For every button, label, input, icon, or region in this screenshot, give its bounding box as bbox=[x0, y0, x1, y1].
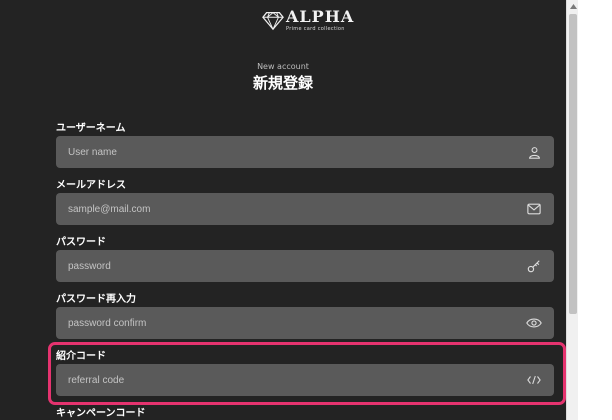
eye-icon[interactable] bbox=[526, 315, 542, 331]
username-label: ユーザーネーム bbox=[56, 123, 126, 134]
vertical-scrollbar[interactable] bbox=[566, 0, 578, 420]
username-input[interactable] bbox=[68, 146, 526, 158]
page-title: 新規登録 bbox=[252, 74, 313, 92]
username-field[interactable] bbox=[56, 136, 554, 168]
password-confirm-field[interactable] bbox=[56, 307, 554, 339]
brand-tagline: Prime card collection bbox=[286, 25, 345, 32]
user-icon bbox=[526, 144, 542, 160]
referral-highlight-box bbox=[48, 342, 566, 405]
email-input[interactable] bbox=[68, 203, 526, 215]
mail-icon bbox=[526, 201, 542, 217]
brand-logo: ALPHA Prime card collection bbox=[262, 8, 354, 32]
window-margin bbox=[578, 0, 612, 420]
password-field[interactable] bbox=[56, 250, 554, 282]
page-eyebrow: New account bbox=[257, 62, 309, 71]
password-confirm-input[interactable] bbox=[68, 317, 526, 329]
diamond-logo-icon bbox=[262, 12, 284, 31]
campaign-label: キャンペーンコード bbox=[56, 408, 146, 419]
password-confirm-label: パスワード再入力 bbox=[56, 294, 136, 305]
signup-page: ALPHA Prime card collection New account … bbox=[0, 0, 566, 420]
email-label: メールアドレス bbox=[56, 180, 126, 191]
brand-name: ALPHA bbox=[286, 6, 355, 26]
scrollbar-thumb[interactable] bbox=[569, 14, 577, 314]
password-label: パスワード bbox=[56, 237, 106, 248]
email-field[interactable] bbox=[56, 193, 554, 225]
key-icon bbox=[526, 258, 542, 274]
password-input[interactable] bbox=[68, 260, 526, 272]
